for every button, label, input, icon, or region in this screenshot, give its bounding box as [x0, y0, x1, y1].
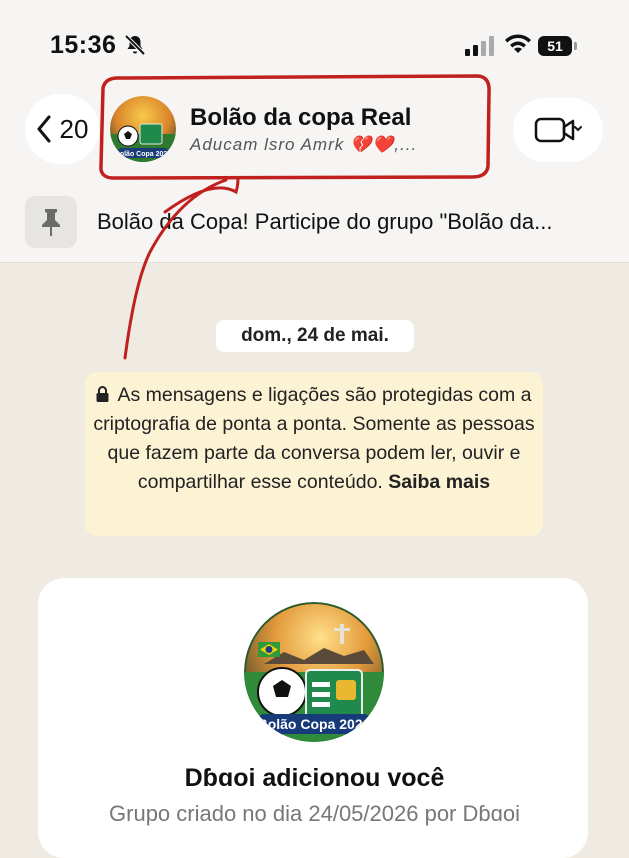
chevron-left-icon [37, 115, 51, 143]
chat-header: 15:36 51 20 Bolão Copa 2026 Bolão da cop… [0, 0, 629, 263]
group-created-text: Grupo criado no dia 24/05/2026 por Dɓɑoi [109, 801, 520, 826]
card-group-avatar-image: Bolão Copa 2026 [244, 602, 384, 742]
lock-icon [96, 386, 109, 402]
group-avatar-caption: Bolão Copa 2026 [115, 151, 172, 158]
wifi-icon [505, 34, 531, 53]
date-separator: dom., 24 de mai. [216, 320, 414, 352]
pinned-message-icon-box[interactable] [25, 196, 77, 248]
added-you-title: Dɓɑoi adicionou você [184, 764, 445, 792]
pinned-message-text[interactable]: Bolão da Copa! Participe do grupo "Bolão… [97, 209, 552, 235]
pin-icon [42, 209, 60, 236]
bell-slash-icon [124, 34, 146, 56]
battery-icon: 51 [538, 36, 572, 56]
group-members[interactable]: Aducam lsro Amrk 💔❤️,... [190, 135, 417, 155]
status-time: 15:36 [50, 31, 117, 59]
learn-more-link[interactable]: Saiba mais [388, 471, 490, 493]
video-call-button[interactable] [513, 98, 603, 162]
card-group-avatar[interactable]: Bolão Copa 2026 [244, 602, 384, 742]
signal-icon [465, 36, 494, 56]
group-avatar[interactable]: Bolão Copa 2026 [110, 96, 176, 162]
video-camera-icon [534, 117, 582, 143]
card-avatar-caption: Bolão Copa 2026 [258, 716, 371, 732]
unread-count: 20 [59, 113, 89, 144]
battery-cap [574, 42, 577, 50]
back-button[interactable]: 20 [25, 94, 99, 164]
group-avatar-image: Bolão Copa 2026 [110, 96, 176, 162]
encryption-notice[interactable]: As mensagens e ligações são protegidas c… [85, 372, 543, 536]
group-name[interactable]: Bolão da copa Real [190, 104, 411, 132]
